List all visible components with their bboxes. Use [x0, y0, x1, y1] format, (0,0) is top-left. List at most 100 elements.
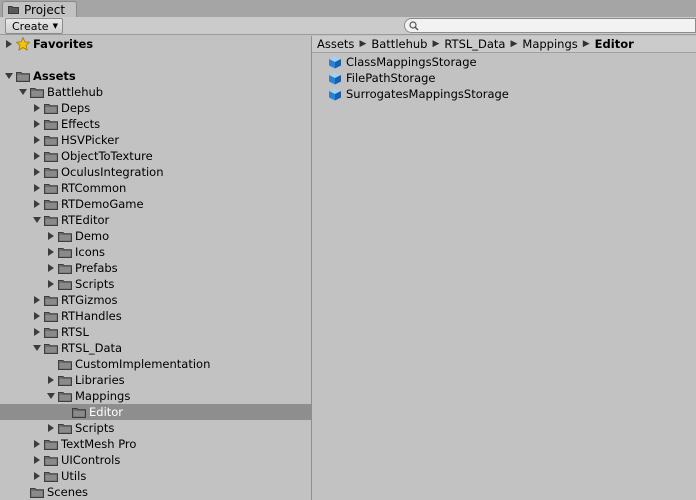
tab-strip: Project [0, 0, 696, 17]
tree-item-label: UIControls [61, 453, 121, 467]
folder-icon [58, 375, 72, 386]
breadcrumb-item[interactable]: Editor [595, 37, 634, 51]
expand-arrow-right-icon[interactable] [32, 471, 42, 481]
folder-icon [16, 71, 30, 82]
folder-icon [44, 343, 58, 354]
tree-item-demo[interactable]: Demo [0, 228, 311, 244]
expand-arrow-right-icon[interactable] [46, 231, 56, 241]
tree-item-battlehub[interactable]: Battlehub [0, 84, 311, 100]
expand-arrow-right-icon[interactable] [32, 119, 42, 129]
breadcrumb-item[interactable]: Mappings [522, 37, 577, 51]
folder-icon [44, 119, 58, 130]
scriptable-object-icon [329, 88, 341, 101]
tree-item-icons[interactable]: Icons [0, 244, 311, 260]
expand-arrow-right-icon[interactable] [32, 167, 42, 177]
tree-item-uicontrols[interactable]: UIControls [0, 452, 311, 468]
expand-arrow-right-icon[interactable] [32, 151, 42, 161]
tree-item-label: CustomImplementation [75, 357, 211, 371]
expand-arrow-down-icon[interactable] [4, 71, 14, 81]
tree-item-label: OculusIntegration [61, 165, 164, 179]
tree-item-rtsl-data[interactable]: RTSL_Data [0, 340, 311, 356]
file-list: ClassMappingsStorage FilePathStorage Surro… [312, 54, 696, 500]
folder-icon [44, 183, 58, 194]
tree-item-rtcommon[interactable]: RTCommon [0, 180, 311, 196]
expand-arrow-right-icon[interactable] [32, 311, 42, 321]
folder-icon [44, 215, 58, 226]
tree-item-oculusintegration[interactable]: OculusIntegration [0, 164, 311, 180]
tree-item-assets[interactable]: Assets [0, 68, 311, 84]
tree-item-scripts[interactable]: Scripts [0, 276, 311, 292]
folder-icon [44, 151, 58, 162]
tree-item-textmesh-pro[interactable]: TextMesh Pro [0, 436, 311, 452]
tree-item-rteditor[interactable]: RTEditor [0, 212, 311, 228]
tree-item-label: Scripts [75, 421, 115, 435]
search-field[interactable] [404, 18, 696, 33]
folder-icon [58, 231, 72, 242]
tree-item-hsvpicker[interactable]: HSVPicker [0, 132, 311, 148]
folder-icon [44, 103, 58, 114]
tree-item-customimplementation[interactable]: CustomImplementation [0, 356, 311, 372]
tree-item-label: RTDemoGame [61, 197, 144, 211]
tree-item-label: Icons [75, 245, 106, 259]
file-item-label: ClassMappingsStorage [346, 55, 477, 69]
expand-arrow-down-icon[interactable] [32, 343, 42, 353]
file-item[interactable]: FilePathStorage [328, 70, 436, 86]
folder-icon [58, 359, 72, 370]
expand-arrow-right-icon[interactable] [32, 199, 42, 209]
tree-item-libraries[interactable]: Libraries [0, 372, 311, 388]
scriptable-object-icon [329, 72, 341, 85]
tree-item-label: Mappings [75, 389, 131, 403]
chevron-right-icon: ▶ [359, 39, 367, 49]
tree-item-rthandles[interactable]: RTHandles [0, 308, 311, 324]
expand-arrow-down-icon[interactable] [18, 87, 28, 97]
file-item[interactable]: SurrogatesMappingsStorage [328, 86, 509, 102]
expand-arrow-right-icon[interactable] [32, 439, 42, 449]
tree-item-scenes[interactable]: Scenes [0, 484, 311, 500]
tree-item-deps[interactable]: Deps [0, 100, 311, 116]
folder-icon [44, 471, 58, 482]
breadcrumb-item[interactable]: RTSL_Data [444, 37, 505, 51]
expand-arrow-right-icon[interactable] [32, 183, 42, 193]
tree-item-label: Scripts [75, 277, 115, 291]
tree-item-favorites[interactable]: Favorites [0, 36, 311, 52]
breadcrumb-item[interactable]: Assets [317, 37, 354, 51]
expand-arrow-right-icon[interactable] [46, 375, 56, 385]
expand-arrow-right-icon[interactable] [32, 103, 42, 113]
create-button[interactable]: Create ▼ [5, 18, 63, 34]
breadcrumb-item[interactable]: Battlehub [371, 37, 427, 51]
file-item[interactable]: ClassMappingsStorage [328, 54, 477, 70]
tree-item-rtdemogame[interactable]: RTDemoGame [0, 196, 311, 212]
tree-item-scripts[interactable]: Scripts [0, 420, 311, 436]
folder-icon [44, 455, 58, 466]
folder-icon [44, 311, 58, 322]
tree-item-mappings[interactable]: Mappings [0, 388, 311, 404]
tree-item-label: RTEditor [61, 213, 110, 227]
toolbar: Create ▼ [0, 17, 696, 35]
expand-arrow-right-icon[interactable] [32, 455, 42, 465]
expand-arrow-right-icon[interactable] [46, 423, 56, 433]
tab-project[interactable]: Project [2, 1, 77, 17]
expand-arrow-right-icon[interactable] [32, 135, 42, 145]
expand-arrow-down-icon[interactable] [32, 215, 42, 225]
tree-item-editor[interactable]: Editor [0, 404, 311, 420]
search-input[interactable] [422, 19, 695, 32]
search-icon [409, 20, 419, 30]
tree-item-prefabs[interactable]: Prefabs [0, 260, 311, 276]
expand-arrow-down-icon[interactable] [46, 391, 56, 401]
folder-icon [30, 87, 44, 98]
expand-arrow-right-icon[interactable] [46, 247, 56, 257]
expand-arrow-right-icon[interactable] [46, 263, 56, 273]
tree-item-label: Utils [61, 469, 87, 483]
expand-arrow-right-icon[interactable] [32, 295, 42, 305]
tree-item-label: Favorites [33, 37, 94, 51]
expand-arrow-right-icon[interactable] [32, 327, 42, 337]
tree-item-label: RTSL [61, 325, 89, 339]
tree-item-objecttotexture[interactable]: ObjectToTexture [0, 148, 311, 164]
tree-item-rtsl[interactable]: RTSL [0, 324, 311, 340]
expand-arrow-right-icon[interactable] [46, 279, 56, 289]
tree-item-utils[interactable]: Utils [0, 468, 311, 484]
expand-arrow-right-icon[interactable] [4, 39, 14, 49]
tree-item-effects[interactable]: Effects [0, 116, 311, 132]
tree-item-label: Libraries [75, 373, 125, 387]
tree-item-rtgizmos[interactable]: RTGizmos [0, 292, 311, 308]
